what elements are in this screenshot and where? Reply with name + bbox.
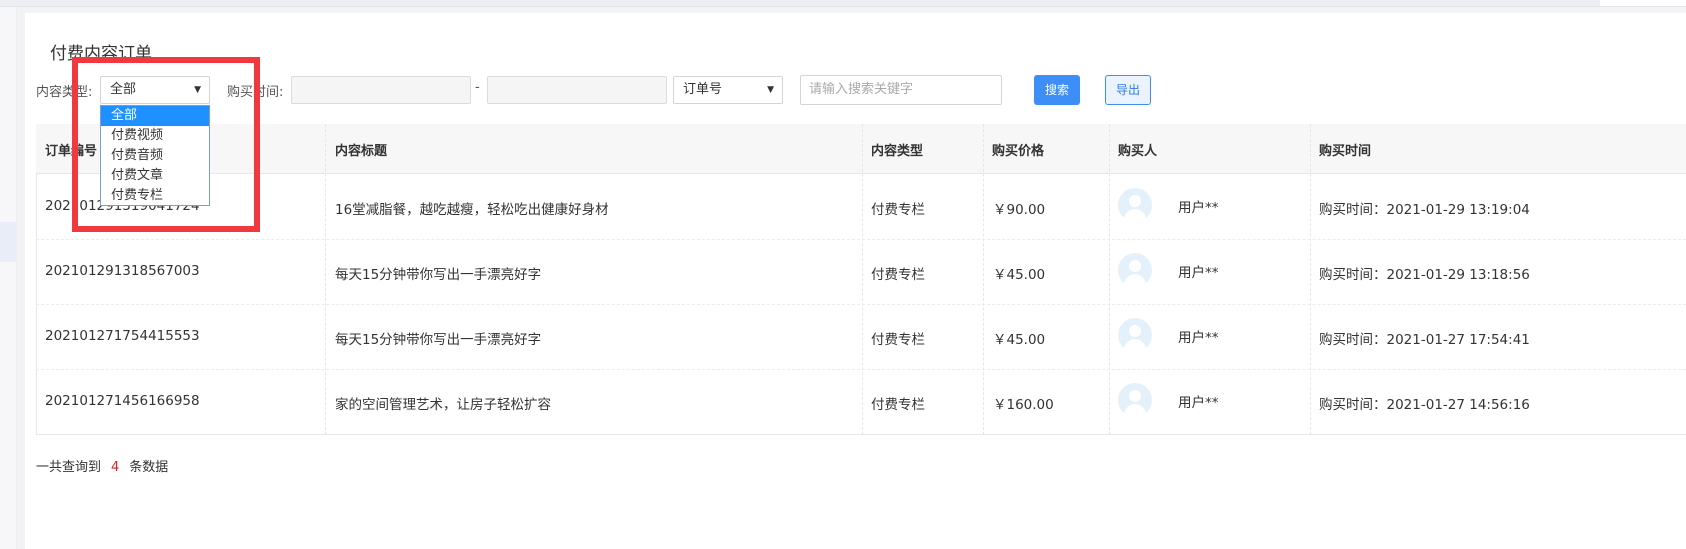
cell-price: ￥45.00 [993, 267, 1046, 283]
result-count-suffix: 条数据 [129, 460, 169, 475]
sidebar-active-item[interactable] [0, 222, 16, 262]
cell-price: ￥45.00 [993, 332, 1046, 348]
search-field-select[interactable]: 订单号 ▼ [673, 76, 783, 104]
cell-price: ￥160.00 [993, 397, 1054, 413]
end-date-input[interactable] [487, 76, 667, 104]
avatar [1118, 253, 1152, 287]
col-header-price: 购买价格 [992, 144, 1045, 159]
top-bar-right [1600, 0, 1686, 6]
cell-time: 购买时间：2021-01-27 14:56:16 [1319, 397, 1530, 413]
cell-title[interactable]: 16堂减脂餐，越吃越瘦，轻松吃出健康好身材 [335, 198, 609, 218]
search-field-selected: 订单号 [683, 82, 723, 97]
cell-buyer: 用户** [1178, 265, 1219, 281]
highlight-annotation-box [72, 57, 260, 232]
cell-buyer: 用户** [1178, 395, 1219, 411]
cell-order-no: 202101271754415553 [45, 328, 200, 344]
cell-price: ￥90.00 [993, 202, 1046, 218]
cell-title[interactable]: 每天15分钟带你写出一手漂亮好字 [335, 263, 541, 283]
cell-title[interactable]: 每天15分钟带你写出一手漂亮好字 [335, 328, 541, 348]
cell-order-no: 202101271456166958 [45, 393, 200, 409]
search-button[interactable]: 搜索 [1034, 75, 1080, 105]
column-divider [1109, 124, 1110, 435]
cell-type: 付费专栏 [871, 397, 925, 413]
row-divider [36, 369, 1686, 370]
start-date-input[interactable] [291, 76, 471, 104]
result-count-prefix: 一共查询到 [36, 460, 102, 475]
col-header-buyer: 购买人 [1118, 144, 1158, 159]
row-divider [36, 239, 1686, 240]
table-header [36, 124, 1686, 174]
column-divider [325, 124, 326, 435]
col-header-type: 内容类型 [871, 144, 924, 159]
cell-time: 购买时间：2021-01-27 17:54:41 [1319, 332, 1530, 348]
cell-buyer: 用户** [1178, 330, 1219, 346]
result-count-number: 4 [111, 460, 120, 475]
cell-order-no: 202101291318567003 [45, 263, 200, 279]
cell-type: 付费专栏 [871, 267, 925, 283]
cell-time: 购买时间：2021-01-29 13:18:56 [1319, 267, 1530, 283]
cell-type: 付费专栏 [871, 332, 925, 348]
avatar [1118, 188, 1152, 222]
column-divider [983, 124, 984, 435]
cell-buyer: 用户** [1178, 200, 1219, 216]
cell-title[interactable]: 家的空间管理艺术，让房子轻松扩容 [335, 393, 551, 413]
col-header-title: 内容标题 [335, 144, 388, 159]
date-separator: - [475, 80, 480, 95]
row-divider [36, 304, 1686, 305]
cell-type: 付费专栏 [871, 202, 925, 218]
cell-time: 购买时间：2021-01-29 13:19:04 [1319, 202, 1530, 218]
column-divider [1310, 124, 1311, 435]
chevron-down-icon: ▼ [767, 85, 774, 95]
export-button[interactable]: 导出 [1105, 75, 1151, 105]
avatar [1118, 383, 1152, 417]
top-bar [0, 0, 1686, 7]
avatar [1118, 318, 1152, 352]
left-sidebar-strip [0, 7, 17, 549]
col-header-time: 购买时间 [1319, 144, 1372, 159]
column-divider [862, 124, 863, 435]
result-count: 一共查询到 4 条数据 [36, 456, 168, 475]
search-input[interactable]: 请输入搜索关键字 [800, 75, 1002, 105]
